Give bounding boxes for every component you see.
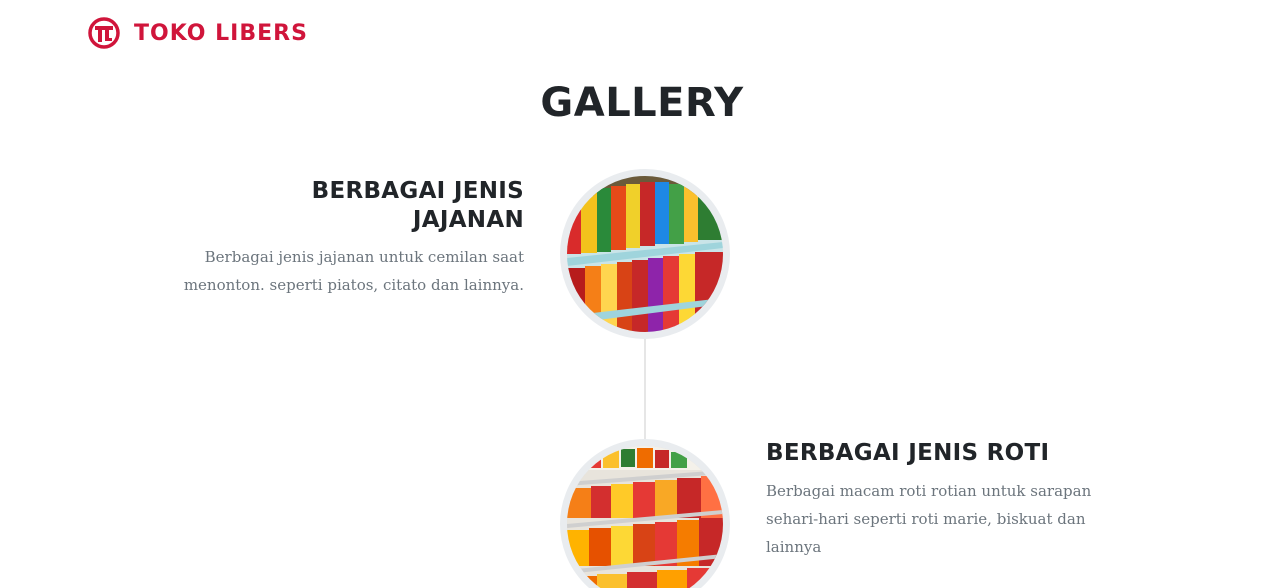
timeline-line <box>644 337 646 447</box>
toko-libers-logo-icon <box>88 17 120 49</box>
snack-shelf-photo <box>560 169 730 339</box>
gallery-title: GALLERY <box>540 80 744 126</box>
gallery-item-heading: BERBAGAI JENIS JAJANAN <box>311 178 524 233</box>
brand-name: TOKO LIBERS <box>134 20 308 46</box>
bread-shelf-photo <box>560 439 730 588</box>
brand-link[interactable]: TOKO LIBERS <box>88 17 308 49</box>
gallery-item-text: Berbagai macam roti rotian untuk sarapan… <box>766 482 1092 556</box>
gallery-item-heading: BERBAGAI JENIS ROTI <box>766 440 1050 466</box>
gallery-item-text: Berbagai jenis jajanan untuk cemilan saa… <box>183 248 524 294</box>
